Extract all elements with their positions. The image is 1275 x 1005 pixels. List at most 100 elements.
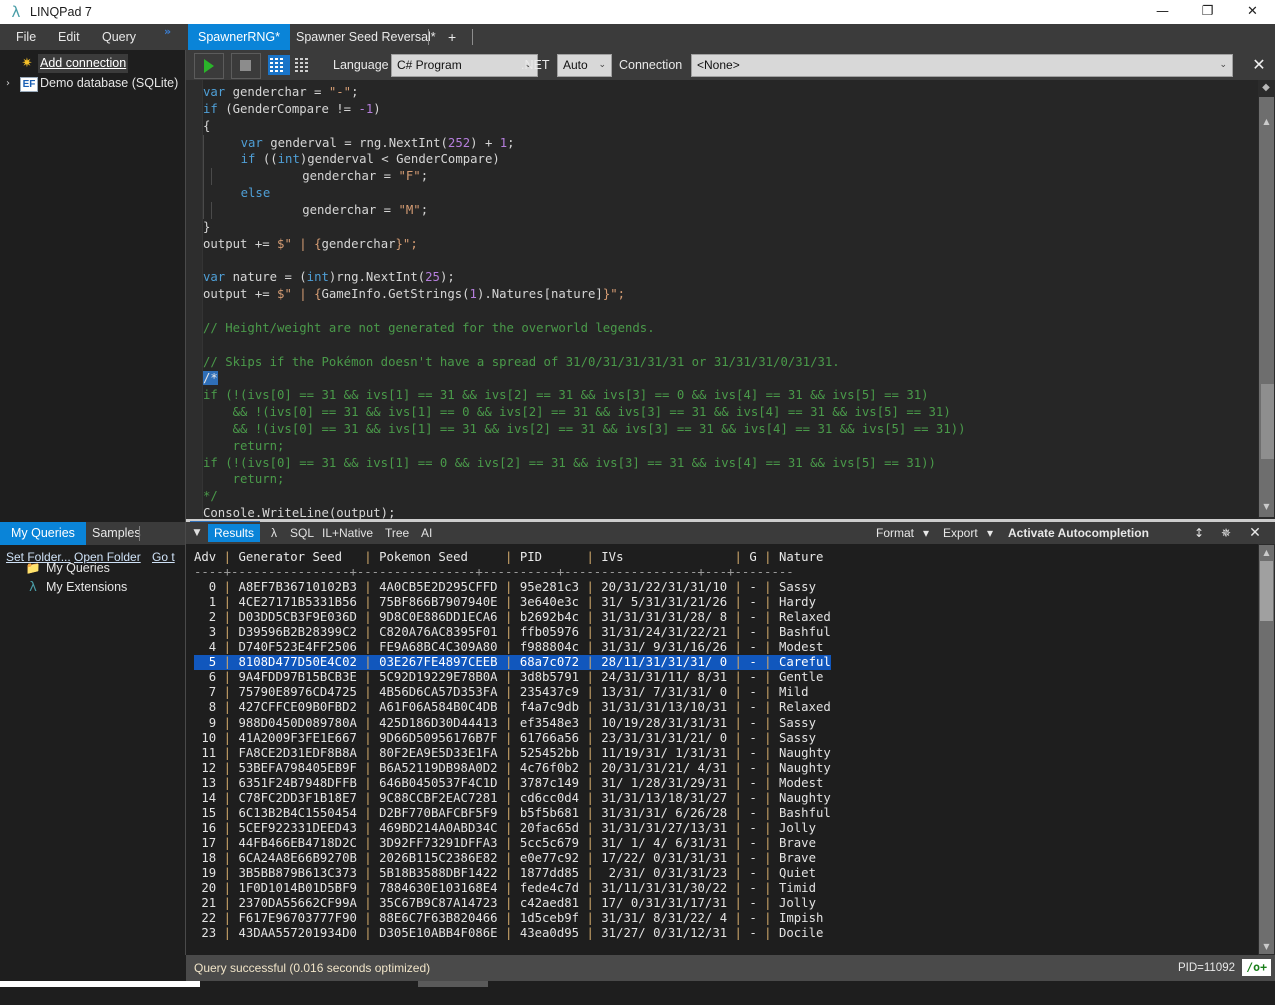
- tab-spawner-seed-reversal[interactable]: Spawner Seed Reversal*: [286, 24, 446, 50]
- status-message: Query successful (0.016 seconds optimize…: [194, 961, 431, 975]
- close-results-icon[interactable]: ✕: [1246, 525, 1264, 541]
- tab-results[interactable]: Results: [208, 524, 261, 542]
- table-row[interactable]: 3 | D39596B2B28399C2 | C820A76AC8395F01 …: [194, 625, 1249, 640]
- results-header-row: Adv | Generator Seed | Pokemon Seed | PI…: [194, 550, 824, 564]
- language-value: C# Program: [397, 58, 462, 72]
- close-query-button[interactable]: ✕: [1249, 55, 1269, 75]
- table-row[interactable]: 23 | 43DAA557201934D0 | D305E10ABB4F086E…: [194, 926, 1249, 941]
- menu-file[interactable]: File: [6, 24, 46, 50]
- table-row[interactable]: 16 | 5CEF922331DEED43 | 469BD214A0ABD34C…: [194, 821, 1249, 836]
- table-row[interactable]: 12 | 53BEFA798405EB9F | B6A52119DB98A0D2…: [194, 761, 1249, 776]
- maximize-button[interactable]: ❐: [1185, 0, 1230, 24]
- table-row[interactable]: 19 | 3B5BB879B613C373 | 5B18B3588DBF1422…: [194, 866, 1249, 881]
- table-row[interactable]: 8 | 427CFFCE09B0FBD2 | A61F06A584B0C4DB …: [194, 700, 1249, 715]
- results-scroll-down-icon[interactable]: ▼: [1259, 939, 1274, 954]
- table-view-icon: [295, 57, 313, 73]
- results-scroll-thumb[interactable]: [1260, 561, 1273, 621]
- table-row[interactable]: 13 | 6351F24B7948DFFB | 646B0450537F4C1D…: [194, 776, 1249, 791]
- tab-spawnerrng[interactable]: SpawnerRNG*: [188, 24, 290, 50]
- editor-scroll-track[interactable]: ▲ ▼: [1259, 97, 1274, 517]
- format-menu[interactable]: Format: [876, 524, 914, 542]
- code-line: return;: [203, 472, 285, 487]
- table-row[interactable]: 17 | 44FB466EB4718D2C | 3D92FF73291DFFA3…: [194, 836, 1249, 851]
- my-queries-panel: Set Folder... Open Folder Go t 📁 My Quer…: [0, 545, 185, 1005]
- table-row[interactable]: 2 | D03DD5CB3F9E036D | 9D8C0E886DD1ECA6 …: [194, 610, 1249, 625]
- results-text[interactable]: Adv | Generator Seed | Pokemon Seed | PI…: [194, 550, 1249, 941]
- editor-scroll-thumb[interactable]: [1261, 384, 1274, 459]
- up-down-arrows-icon[interactable]: ↕: [1192, 525, 1206, 541]
- grid-view-button[interactable]: [268, 55, 290, 75]
- expand-all-icon[interactable]: ✵: [1218, 525, 1234, 541]
- code-line: // Skips if the Pokémon doesn't have a s…: [203, 354, 840, 369]
- chevron-down-icon-3: ⌄: [1219, 60, 1227, 70]
- menu-edit[interactable]: Edit: [48, 24, 90, 50]
- chevron-down-icon-results[interactable]: ▼: [189, 522, 205, 544]
- linqpad-window: λ LINQPad 7 — ❐ ✕ File Edit Query » Acti…: [0, 0, 1275, 1005]
- code-line: genderchar = "M";: [203, 201, 1275, 219]
- text-view-button[interactable]: [293, 55, 315, 75]
- tab-il-native[interactable]: IL+Native: [316, 524, 379, 542]
- table-row[interactable]: 6 | 9A4FDD97B15BCB3E | 5C92D19229E78B0A …: [194, 670, 1249, 685]
- table-row[interactable]: 0 | A8EF7B36710102B3 | 4A0CB5E2D295CFFD …: [194, 580, 1249, 595]
- table-row[interactable]: 1 | 4CE27171B5331B56 | 75BF866B7907940E …: [194, 595, 1249, 610]
- status-badge[interactable]: /o+: [1242, 959, 1271, 976]
- tab-my-queries[interactable]: My Queries: [0, 522, 86, 545]
- taskbar-item-1: [0, 981, 200, 987]
- left-sidebar: ✷ Add connection › EF Demo database (SQL…: [0, 50, 186, 1005]
- results-panel[interactable]: Adv | Generator Seed | Pokemon Seed | PI…: [186, 544, 1275, 955]
- tab-sql[interactable]: SQL: [284, 524, 320, 542]
- scroll-down-arrow-icon[interactable]: ▼: [1259, 499, 1274, 514]
- table-row[interactable]: 10 | 41A2009F3FE1E667 | 9D66D50956176B7F…: [194, 731, 1249, 746]
- editor-gutter: [186, 80, 203, 520]
- table-row[interactable]: 11 | FA8CE2D31EDF8B8A | 80F2EA9E5D33E1FA…: [194, 746, 1249, 761]
- code-line: if ((int)genderval < GenderCompare): [203, 151, 1275, 169]
- table-row[interactable]: 4 | D740F523E4FF2506 | FE9A68BC4C309A80 …: [194, 640, 1249, 655]
- code-editor[interactable]: var genderchar = "-"; if (GenderCompare !…: [186, 80, 1275, 520]
- table-row[interactable]: 5 | 8108D477D50E4C02 | 03E267FE4897CEEB …: [194, 655, 1249, 671]
- table-row[interactable]: 21 | 2370DA55662CF99A | 35C67B9C87A14723…: [194, 896, 1249, 911]
- table-row[interactable]: 14 | C78FC2DD3F1B18E7 | 9C88CCBF2EAC7281…: [194, 791, 1249, 806]
- scroll-up-arrow-icon[interactable]: ▲: [1259, 114, 1274, 129]
- stop-button[interactable]: [231, 53, 261, 79]
- connection-select[interactable]: <None> ⌄: [691, 54, 1233, 77]
- menu-overflow-icon[interactable]: »: [164, 25, 171, 38]
- table-row[interactable]: 20 | 1F0D1014B01D5BF9 | 7884630E103168E4…: [194, 881, 1249, 896]
- go-to-link[interactable]: Go t: [152, 549, 175, 566]
- list-item-label: My Queries: [46, 561, 110, 575]
- results-scroll-up-icon[interactable]: ▲: [1259, 545, 1274, 560]
- grid-view-icon: [270, 57, 288, 73]
- tab-samples[interactable]: Samples: [81, 522, 152, 545]
- lambda-icon: λ: [11, 3, 21, 21]
- minimize-button[interactable]: —: [1140, 0, 1185, 24]
- lambda-icon-2: λ: [29, 580, 37, 595]
- expander-icon[interactable]: ›: [6, 74, 18, 93]
- export-caret-icon[interactable]: ▾: [987, 524, 993, 542]
- results-toolbar: ▼ Results λ SQL IL+Native Tree AI Format…: [186, 522, 1275, 544]
- editor-vertical-scrollbar[interactable]: ◆ ▲ ▼: [1258, 80, 1275, 520]
- code-line: // Height/weight are not generated for t…: [203, 320, 655, 335]
- list-item-label-2: My Extensions: [46, 580, 128, 594]
- results-vertical-scrollbar[interactable]: ▲ ▼: [1258, 544, 1275, 955]
- export-menu[interactable]: Export: [943, 524, 978, 542]
- language-select[interactable]: C# Program ⌄: [391, 54, 538, 77]
- new-tab-button[interactable]: +: [438, 24, 466, 50]
- run-button[interactable]: [194, 53, 224, 79]
- tab-tree[interactable]: Tree: [379, 524, 415, 542]
- selected-row[interactable]: 5 | 8108D477D50E4C02 | 03E267FE4897CEEB …: [194, 655, 831, 671]
- format-caret-icon[interactable]: ▾: [923, 524, 929, 542]
- table-row[interactable]: 22 | F617E96703777F90 | 88E6C7F63B820466…: [194, 911, 1249, 926]
- close-window-button[interactable]: ✕: [1230, 0, 1275, 24]
- tab-ai[interactable]: AI: [415, 524, 438, 542]
- table-row[interactable]: 18 | 6CA24A8E66B9270B | 2026B115C2386E82…: [194, 851, 1249, 866]
- table-row[interactable]: 7 | 75790E8976CD4725 | 4B56D6CA57D353FA …: [194, 685, 1249, 700]
- dotnet-select[interactable]: Auto ⌄: [557, 54, 612, 77]
- table-row[interactable]: 15 | 6C13B2B4C1550454 | D2BF770BAFCBF5F9…: [194, 806, 1249, 821]
- activate-autocompletion-link[interactable]: Activate Autocompletion: [1008, 524, 1149, 542]
- table-row[interactable]: 9 | 988D0450D089780A | 425D186D30D44413 …: [194, 716, 1249, 731]
- connections-panel: ✷ Add connection › EF Demo database (SQL…: [0, 50, 185, 522]
- format-label: Format: [876, 526, 915, 540]
- code-text[interactable]: var genderchar = "-"; if (GenderCompare !…: [203, 84, 1275, 520]
- tab-lambda[interactable]: λ: [265, 524, 283, 542]
- menu-query[interactable]: Query: [92, 24, 146, 50]
